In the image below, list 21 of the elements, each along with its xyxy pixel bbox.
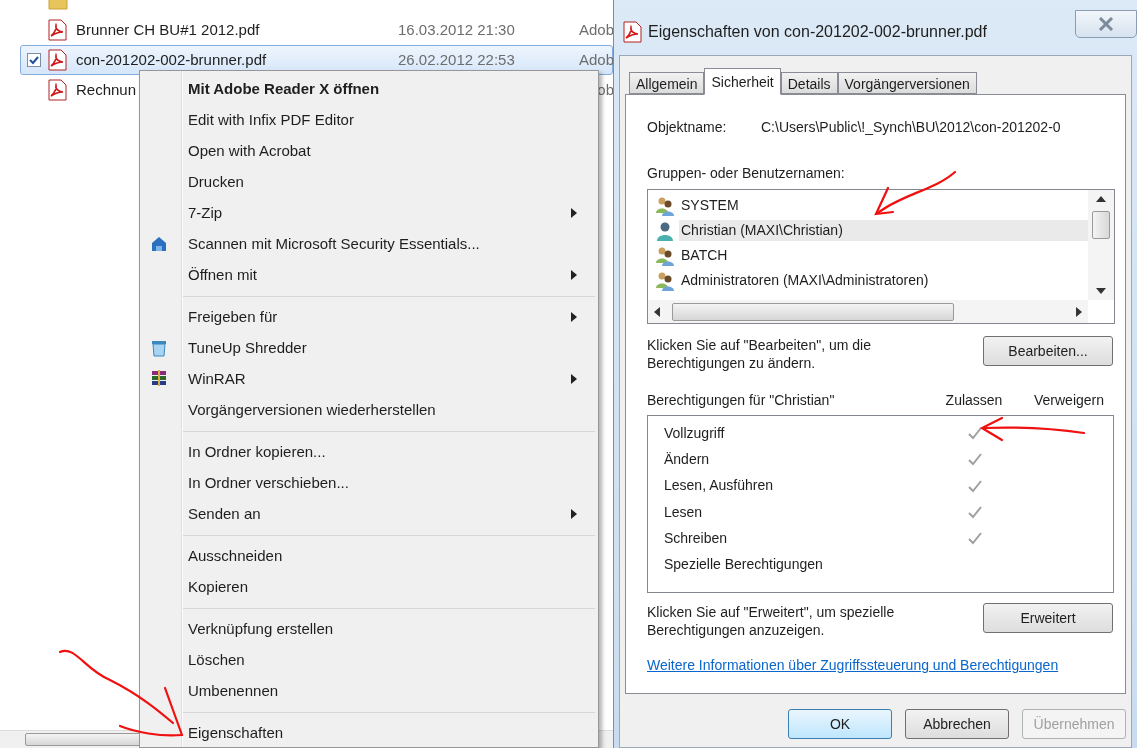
field-label: Berechtigungen für "Christian" <box>647 391 836 410</box>
file-name: Rechnun <box>76 79 137 100</box>
field-label: Objektname: <box>647 118 728 137</box>
permission-name: Lesen <box>664 502 703 522</box>
hint-text: Klicken Sie auf "Erweitert", um spezielle Berechtigungen anzuzeigen. <box>647 603 896 639</box>
column-header: Verweigern <box>1032 391 1105 410</box>
permission-name: Ändern <box>664 449 710 469</box>
field-label: Gruppen- oder Benutzernamen: <box>647 164 845 183</box>
file-date: 26.02.2012 22:53 <box>398 49 516 70</box>
permission-name: Lesen, Ausführen <box>664 476 773 496</box>
file-date: 16.03.2012 21:30 <box>398 19 516 40</box>
permission-name: Vollzugriff <box>664 423 725 443</box>
file-name: con-201202-002-brunner.pdf <box>76 49 267 70</box>
hint-text: Klicken Sie auf "Bearbeiten", um die Berechtigungen zu ändern. <box>647 336 872 372</box>
permission-name: Schreiben <box>664 528 728 548</box>
file-type: Adob <box>578 19 614 40</box>
column-header: Zulassen <box>944 391 1004 410</box>
file-name: Brunner CH BU#1 2012.pdf <box>76 19 260 40</box>
permission-name: Spezielle Berechtigungen <box>664 555 823 575</box>
window-title: Eigenschaften von con-201202-002-brunner.pdf <box>648 21 987 42</box>
object-path: C:\Users\Public\!_Synch\BU\2012\con-201202-0 <box>761 118 1061 137</box>
